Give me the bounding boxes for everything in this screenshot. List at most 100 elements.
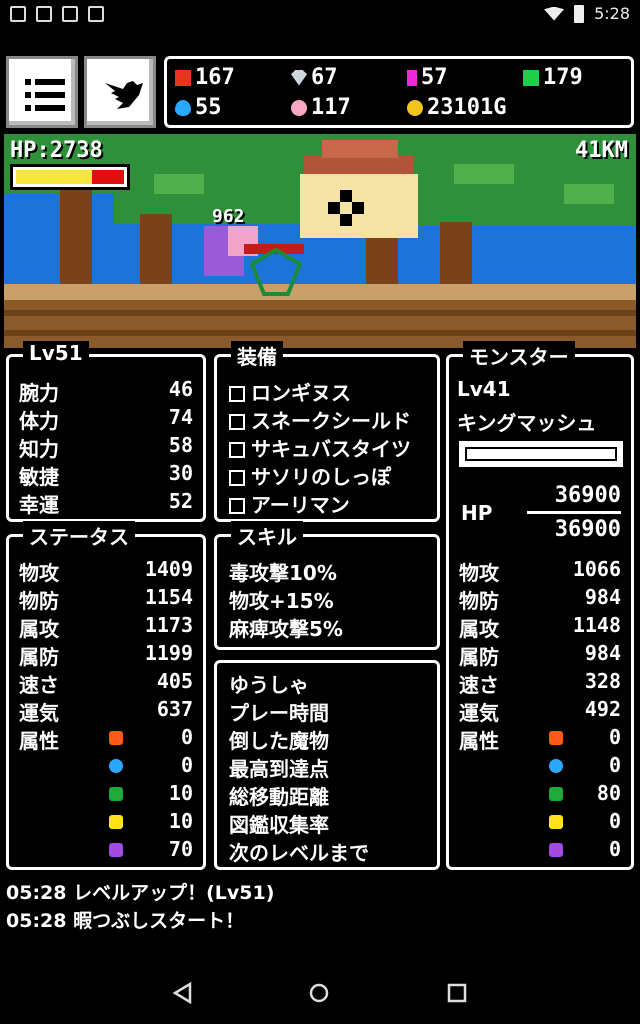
stat-label: 腕力 [19, 381, 59, 405]
wifi-icon [544, 6, 565, 21]
gallery-notification-icon [10, 6, 26, 22]
stat-label: 物攻 [459, 561, 499, 585]
stat-row: 敏捷 30 [19, 461, 193, 489]
fire-element-value: 0 [180, 725, 193, 749]
player-hp-missing [92, 170, 124, 184]
monster-hp-label: HP [461, 501, 493, 525]
stat-row: 属防 1199 [19, 641, 193, 669]
info-item[interactable]: 最高到達点 [229, 753, 329, 782]
monster-hp-fill [465, 447, 617, 461]
info-item[interactable]: 倒した魔物 [229, 725, 329, 754]
fire-element-value: 0 [608, 725, 621, 749]
stat-row: 属防 984 [459, 641, 621, 669]
red-gem-icon [175, 69, 191, 86]
stat-label: 知力 [19, 437, 59, 461]
wind-element-icon [109, 787, 123, 801]
magenta-gem-count: 57 [407, 65, 448, 90]
stat-value: 1409 [144, 557, 193, 581]
water-element-value: 0 [608, 753, 621, 777]
attr-label: 属性 [19, 729, 59, 753]
stat-value: 58 [168, 433, 193, 457]
stat-value: 1154 [144, 585, 193, 609]
skills-title: スキル [231, 521, 303, 550]
player-level: Lv51 [23, 341, 89, 365]
stat-label: 速さ [19, 673, 59, 697]
pink-gem-count: 117 [291, 95, 351, 120]
equipment-item[interactable]: サソリのしっぽ [229, 461, 391, 490]
stat-label: 敏捷 [19, 465, 59, 489]
skills-panel[interactable]: スキル 毒攻撃10% 物攻+15% 麻痺攻撃5% [214, 521, 440, 650]
equipment-title: 装備 [231, 341, 283, 370]
stat-row: 知力 58 [19, 433, 193, 461]
damage-popup: 962 [212, 206, 245, 227]
attr-label: 属性 [459, 729, 499, 753]
stat-value: 1199 [144, 641, 193, 665]
equipment-item-name: サキュバスタイツ [251, 437, 411, 461]
recents-icon[interactable] [446, 982, 468, 1004]
stat-label: 属防 [19, 645, 59, 669]
stat-row: 物攻 1066 [459, 557, 621, 585]
menu-button[interactable] [6, 56, 78, 128]
info-item[interactable]: 総移動距離 [229, 781, 329, 810]
android-notification-icon [88, 6, 104, 22]
equipment-item[interactable]: ロンギヌス [229, 377, 351, 406]
stat-value: 1173 [144, 613, 193, 637]
stat-value: 74 [168, 405, 193, 429]
equipment-panel[interactable]: 装備 ロンギヌススネークシールド サキュバスタイツ サソリのしっぽ アーリマン [214, 341, 440, 522]
stat-value: 30 [168, 461, 193, 485]
skill-item: 麻痺攻撃5% [229, 617, 343, 641]
info-item[interactable]: 図鑑収集率 [229, 809, 329, 838]
equipment-item-name: ロンギヌス [251, 381, 351, 405]
stat-label: 属攻 [19, 617, 59, 641]
fire-element-icon [109, 731, 123, 745]
stat-value: 46 [168, 377, 193, 401]
hp-divider [527, 511, 621, 514]
equipment-slot-icon [229, 386, 245, 402]
stat-label: 属防 [459, 645, 499, 669]
monster-hp-max: 36900 [554, 517, 621, 542]
holy-element-value: 10 [168, 809, 193, 833]
holy-element-icon [549, 815, 563, 829]
home-icon[interactable] [308, 982, 330, 1004]
info-panel[interactable]: ゆうしゃ プレー時間 倒した魔物 最高到達点 総移動距離 図鑑収集率 次のレベルまで [214, 660, 440, 870]
equipment-slot-icon [229, 470, 245, 486]
stat-label: 運気 [459, 701, 499, 725]
stat-value: 52 [168, 489, 193, 513]
status-panel: ステータス 物攻 1409 物防 1154 属攻 1173 属防 1199 速さ 405 運気 637… [6, 521, 206, 870]
stat-label: 物攻 [19, 561, 59, 585]
stat-label: 属攻 [459, 617, 499, 641]
info-item[interactable]: プレー時間 [229, 697, 329, 726]
back-icon[interactable] [172, 982, 194, 1004]
pink-orb-icon [291, 99, 307, 116]
water-element-icon [109, 759, 123, 773]
twitter-bird-icon [105, 81, 143, 109]
monster-panel: モンスター Lv41 キングマッシュ HP 36900 36900 物攻 1066… [446, 341, 634, 870]
stat-row: 幸運 52 [19, 489, 193, 517]
water-element-icon [549, 759, 563, 773]
equipment-slot-icon [229, 414, 245, 430]
twitter-button[interactable] [84, 56, 156, 128]
equipment-item-name: スネークシールド [251, 409, 411, 433]
stat-row: 物防 1154 [19, 585, 193, 613]
stat-row: 腕力 46 [19, 377, 193, 405]
gold-coin-icon [407, 99, 423, 116]
equipment-item-name: サソリのしっぽ [251, 465, 391, 489]
equipment-slot-icon [229, 498, 245, 514]
monster-hp-current: 36900 [554, 483, 621, 508]
equipment-item[interactable]: アーリマン [229, 489, 350, 518]
stat-row: 体力 74 [19, 405, 193, 433]
log-line-2: 05:28 暇つぶしスタート！ [6, 910, 245, 932]
player-hp-bar [10, 164, 130, 190]
wind-element-icon [549, 787, 563, 801]
stat-value: 1066 [572, 557, 621, 581]
dark-element-value: 0 [608, 837, 621, 861]
monster-title: モンスター [463, 341, 575, 370]
equipment-item[interactable]: スネークシールド [229, 405, 411, 434]
wind-element-value: 80 [596, 781, 621, 805]
fire-element-icon [549, 731, 563, 745]
distance-readout: 41KM [575, 138, 628, 163]
info-item[interactable]: 次のレベルまで [229, 837, 369, 866]
equipment-item[interactable]: サキュバスタイツ [229, 433, 411, 462]
info-item[interactable]: ゆうしゃ [229, 669, 309, 698]
player-hp-fill [16, 170, 92, 184]
